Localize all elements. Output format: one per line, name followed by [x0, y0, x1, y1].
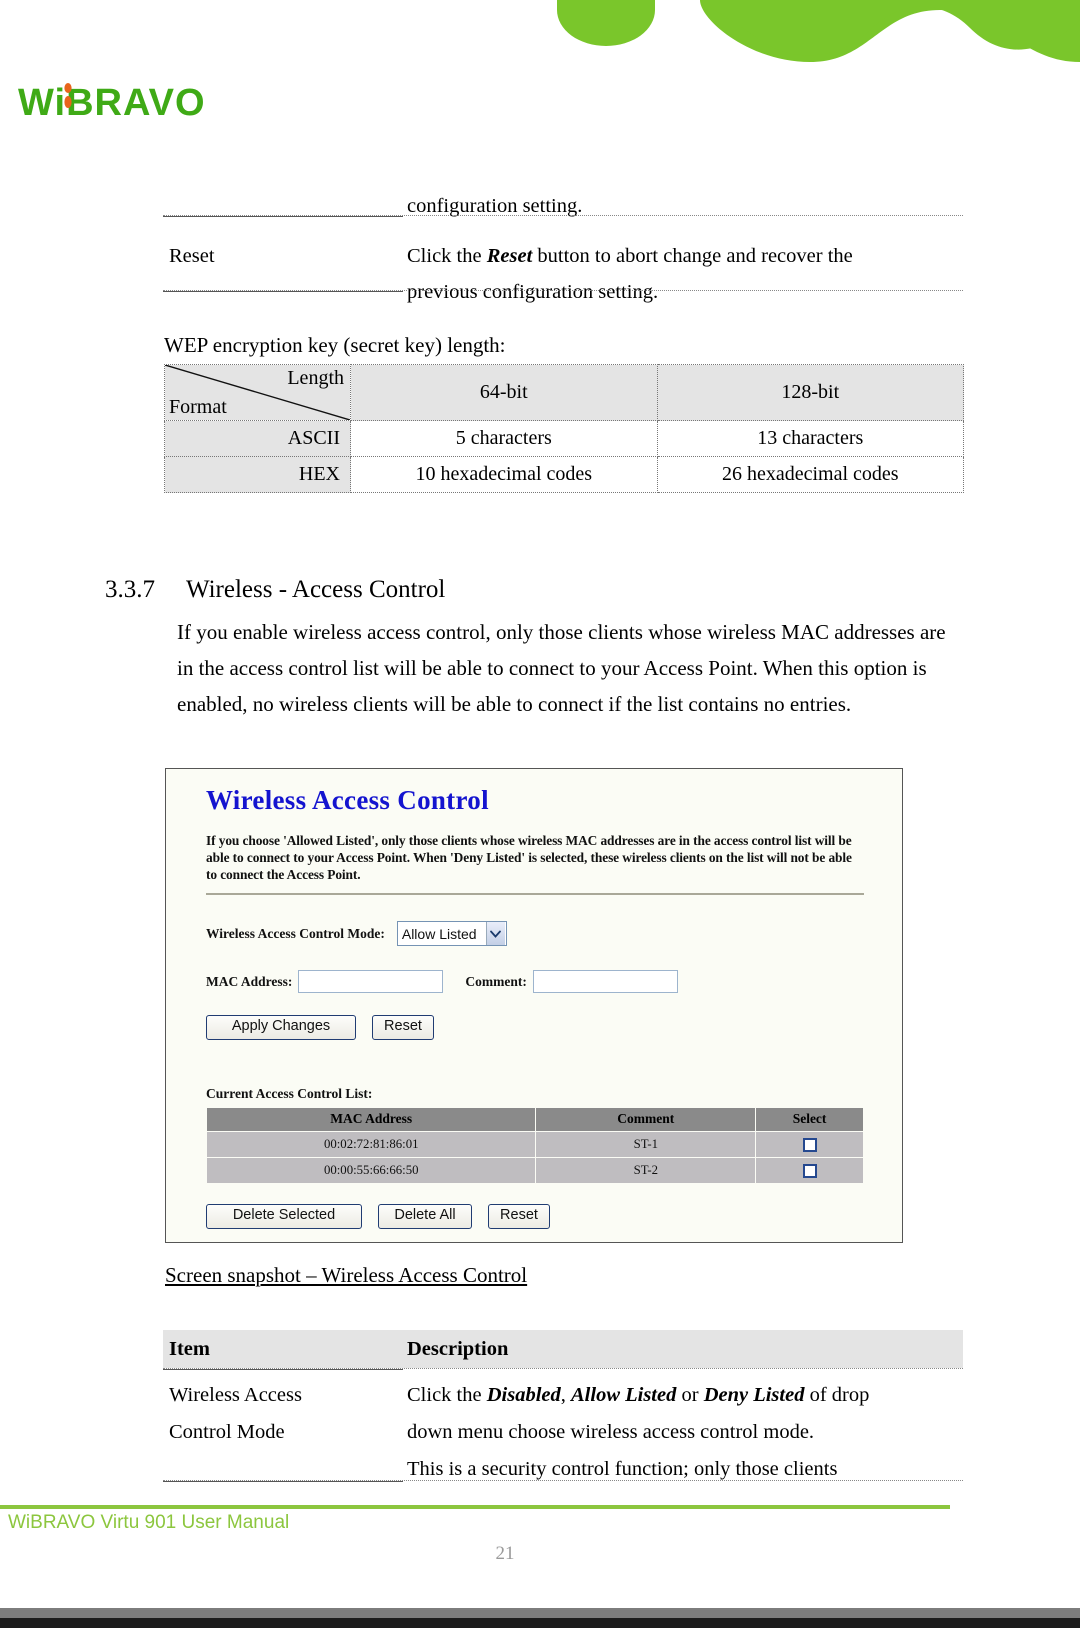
- cell-select: [755, 1156, 864, 1184]
- mac-address-label: MAC Address:: [206, 973, 293, 989]
- cell-mac-address: 00:00:55:66:66:50: [205, 1156, 537, 1184]
- footer-bar-gray: [0, 1608, 1080, 1618]
- svg-text:WiBRAVO: WiBRAVO: [18, 82, 206, 124]
- divider: [163, 216, 403, 217]
- table-row: HEX 10 hexadecimal codes 26 hexadecimal …: [164, 456, 964, 493]
- table-row: 00:00:55:66:66:50 ST-2: [205, 1156, 864, 1184]
- desc-mid-1: ,: [560, 1384, 571, 1406]
- item-cell: Wireless Access Control Mode: [163, 1377, 403, 1488]
- column-header-mac-address: MAC Address: [205, 1106, 537, 1132]
- desc-line-3: This is a security control function; onl…: [407, 1458, 838, 1480]
- comment-label: Comment:: [465, 973, 527, 989]
- column-header-64bit: 64-bit: [350, 364, 658, 421]
- panel-title: Wireless Access Control: [206, 785, 489, 815]
- table-row: ASCII 5 characters 13 characters: [164, 420, 964, 457]
- continued-text: configuration setting.: [407, 195, 583, 217]
- chevron-down-icon[interactable]: [485, 922, 505, 945]
- description-cell: Click the Disabled, Allow Listed or Deny…: [403, 1377, 963, 1488]
- footer-bar-dark: [0, 1618, 1080, 1628]
- reset-description-table: configuration setting. Reset Click the R…: [163, 186, 963, 312]
- screenshot-caption: Screen snapshot – Wireless Access Contro…: [165, 1263, 528, 1287]
- diagonal-header-cell: Length Format: [164, 364, 351, 421]
- item-description-table: Item Description Wireless Access Control…: [163, 1330, 963, 1488]
- column-header-comment: Comment: [535, 1106, 757, 1132]
- desc-line2: previous configuration setting.: [407, 281, 659, 303]
- page-number: 21: [495, 1543, 515, 1564]
- delete-all-button[interactable]: Delete All: [378, 1203, 472, 1229]
- list-buttons-row: Delete Selected Delete All Reset: [206, 1203, 866, 1229]
- table-row-continued: configuration setting.: [163, 186, 963, 226]
- desc-bold-disabled: Disabled: [486, 1384, 561, 1406]
- access-control-list-table: MAC Address Comment Select 00:02:72:81:8…: [205, 1106, 864, 1184]
- row-description: Click the Reset button to abort change a…: [403, 236, 963, 312]
- access-control-mode-select[interactable]: Allow Listed: [396, 921, 507, 946]
- divider: [163, 1481, 403, 1482]
- table-row: Wireless Access Control Mode Click the D…: [163, 1377, 963, 1488]
- cell-comment: ST-2: [535, 1156, 757, 1184]
- embedded-screenshot-wireless-access-control: Wireless Access Control If you choose 'A…: [165, 768, 903, 1243]
- cell-mac-address: 00:02:72:81:86:01: [205, 1130, 537, 1158]
- reset-list-button[interactable]: Reset: [488, 1203, 550, 1229]
- column-header-item: Item: [169, 1337, 210, 1360]
- reset-button[interactable]: Reset: [372, 1015, 434, 1040]
- table-header-row: MAC Address Comment Select: [205, 1106, 864, 1132]
- desc-pre: Click the: [407, 1384, 487, 1406]
- wibravo-logo: WiBRAVO: [18, 82, 206, 124]
- desc-post: of drop: [804, 1384, 870, 1406]
- column-header-description: Description: [407, 1337, 509, 1360]
- mac-address-input[interactable]: [298, 970, 444, 993]
- form-buttons-row: Apply Changes Reset: [206, 1015, 866, 1040]
- divider: [163, 1369, 403, 1370]
- item-line-2: Control Mode: [169, 1421, 285, 1443]
- footer-manual-title: WiBRAVO Virtu 901 User Manual: [8, 1512, 290, 1533]
- cell-select: [755, 1130, 864, 1158]
- desc-line-2: down menu choose wireless access control…: [407, 1421, 815, 1443]
- cell-comment: ST-1: [535, 1130, 757, 1158]
- panel-description: If you choose 'Allowed Listed', only tho…: [206, 833, 852, 882]
- section-paragraph: If you enable wireless access control, o…: [177, 620, 946, 716]
- row-label-ascii: ASCII: [164, 420, 351, 457]
- section-title: Wireless - Access Control: [186, 576, 446, 603]
- table-row: 00:02:72:81:86:01 ST-1: [205, 1130, 864, 1158]
- desc-post: button to abort change and recover the: [532, 245, 853, 267]
- wep-key-length-table: Length Format 64-bit 128-bit ASCII 5 cha…: [164, 364, 964, 493]
- select-value: Allow Listed: [401, 925, 477, 942]
- cell-ascii-64: 5 characters: [350, 420, 658, 457]
- item-line-1: Wireless Access: [169, 1384, 302, 1406]
- row-select-checkbox[interactable]: [802, 1163, 817, 1178]
- desc-mid-2: or: [676, 1384, 704, 1406]
- footer-accent-line: [0, 1505, 950, 1509]
- table-row: Reset Click the Reset button to abort ch…: [163, 236, 963, 312]
- section-number: 3.3.7: [105, 576, 155, 603]
- mode-label: Wireless Access Control Mode:: [206, 925, 385, 941]
- divider: [206, 893, 864, 895]
- column-header-select: Select: [755, 1106, 864, 1132]
- divider: [163, 291, 403, 292]
- header-length-label: Length: [287, 367, 344, 389]
- delete-selected-button[interactable]: Delete Selected: [206, 1203, 362, 1229]
- desc-bold-reset: Reset: [486, 245, 533, 267]
- table-header-row: Item Description: [163, 1330, 963, 1368]
- column-header-128bit: 128-bit: [656, 364, 964, 421]
- mac-comment-row: MAC Address: Comment:: [206, 970, 866, 993]
- row-select-checkbox[interactable]: [802, 1137, 817, 1152]
- desc-pre: Click the: [407, 245, 487, 267]
- cell-ascii-128: 13 characters: [656, 420, 964, 457]
- wep-table-label: WEP encryption key (secret key) length:: [164, 333, 506, 357]
- desc-bold-deny-listed: Deny Listed: [703, 1384, 805, 1406]
- current-access-control-list-title: Current Access Control List:: [206, 1085, 373, 1101]
- row-item-label: Reset: [169, 245, 215, 267]
- comment-input[interactable]: [532, 970, 678, 993]
- access-control-mode-row: Wireless Access Control Mode: Allow List…: [206, 921, 866, 946]
- apply-changes-button[interactable]: Apply Changes: [206, 1015, 356, 1040]
- header-format-label: Format: [169, 396, 227, 418]
- cell-hex-128: 26 hexadecimal codes: [656, 456, 964, 493]
- desc-bold-allow-listed: Allow Listed: [571, 1384, 677, 1406]
- row-label-hex: HEX: [164, 456, 351, 493]
- header-wave-graphic: [557, 0, 1080, 62]
- cell-hex-64: 10 hexadecimal codes: [350, 456, 658, 493]
